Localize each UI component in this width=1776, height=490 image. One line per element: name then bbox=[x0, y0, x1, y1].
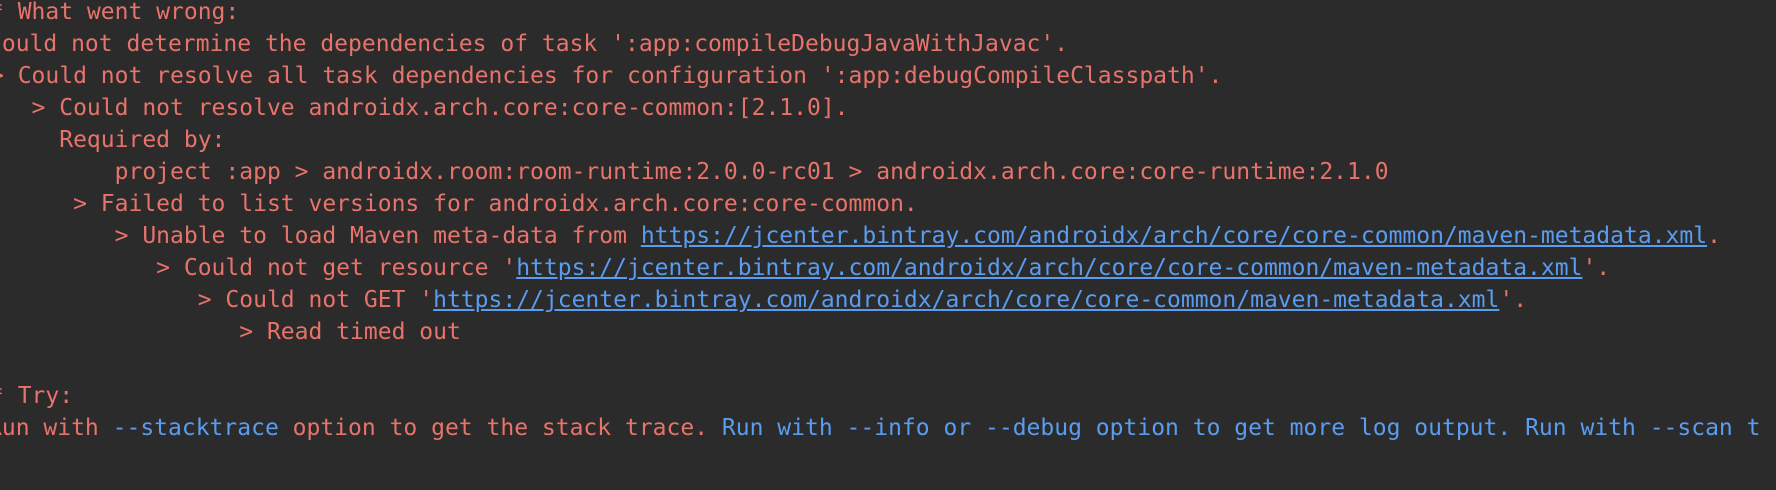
could-not-resolve-all-line: > Could not resolve all task dependencie… bbox=[0, 63, 1223, 89]
maven-metadata-link-3[interactable]: https://jcenter.bintray.com/androidx/arc… bbox=[433, 287, 1499, 313]
try-heading: * Try: bbox=[0, 383, 74, 409]
log-output-hint-text: option to get more log output. bbox=[1081, 415, 1526, 441]
or-text: or bbox=[929, 415, 986, 441]
maven-metadata-link-2[interactable]: https://jcenter.bintray.com/androidx/arc… bbox=[516, 255, 1582, 281]
could-not-determine-line: Could not determine the dependencies of … bbox=[0, 31, 1069, 57]
could-not-get-resource-text: > Could not get resource ' bbox=[0, 255, 517, 281]
try-hints-line: Run with --stacktrace option to get the … bbox=[0, 413, 1760, 443]
debug-option-link[interactable]: --debug bbox=[985, 415, 1082, 441]
scan-option-link[interactable]: --scan t bbox=[1650, 415, 1761, 441]
unable-to-load-text: > Unable to load Maven meta-data from bbox=[0, 223, 641, 249]
unable-to-load-line: > Unable to load Maven meta-data from ht… bbox=[0, 221, 1721, 251]
console-output: * What went wrong: Could not determine t… bbox=[0, 0, 1776, 490]
could-not-GET-suffix: '. bbox=[1499, 287, 1528, 313]
could-not-get-resource-suffix: '. bbox=[1582, 255, 1611, 281]
maven-metadata-link-1[interactable]: https://jcenter.bintray.com/androidx/arc… bbox=[641, 223, 1707, 249]
could-not-GET-line: > Could not GET 'https://jcenter.bintray… bbox=[0, 285, 1527, 315]
could-not-get-resource-line: > Could not get resource 'https://jcente… bbox=[0, 253, 1610, 283]
info-option-link[interactable]: --info bbox=[847, 415, 930, 441]
run-with-text-2: Run with bbox=[721, 415, 847, 441]
unable-to-load-suffix: . bbox=[1707, 223, 1721, 249]
stacktrace-option-link[interactable]: --stacktrace bbox=[113, 415, 279, 441]
could-not-GET-text: > Could not GET ' bbox=[0, 287, 434, 313]
could-not-resolve-core-line: > Could not resolve androidx.arch.core:c… bbox=[0, 95, 849, 121]
failed-to-list-line: > Failed to list versions for androidx.a… bbox=[0, 191, 918, 217]
stack-trace-hint-text: option to get the stack trace. bbox=[278, 415, 722, 441]
project-app-line: project :app > androidx.room:room-runtim… bbox=[0, 159, 1389, 185]
run-with-text-1: Run with bbox=[0, 415, 113, 441]
read-timed-out-line: > Read timed out bbox=[0, 319, 461, 345]
required-by-line: Required by: bbox=[0, 127, 226, 153]
what-went-wrong-heading: * What went wrong: bbox=[0, 0, 240, 25]
run-with-text-3: Run with bbox=[1525, 415, 1650, 441]
